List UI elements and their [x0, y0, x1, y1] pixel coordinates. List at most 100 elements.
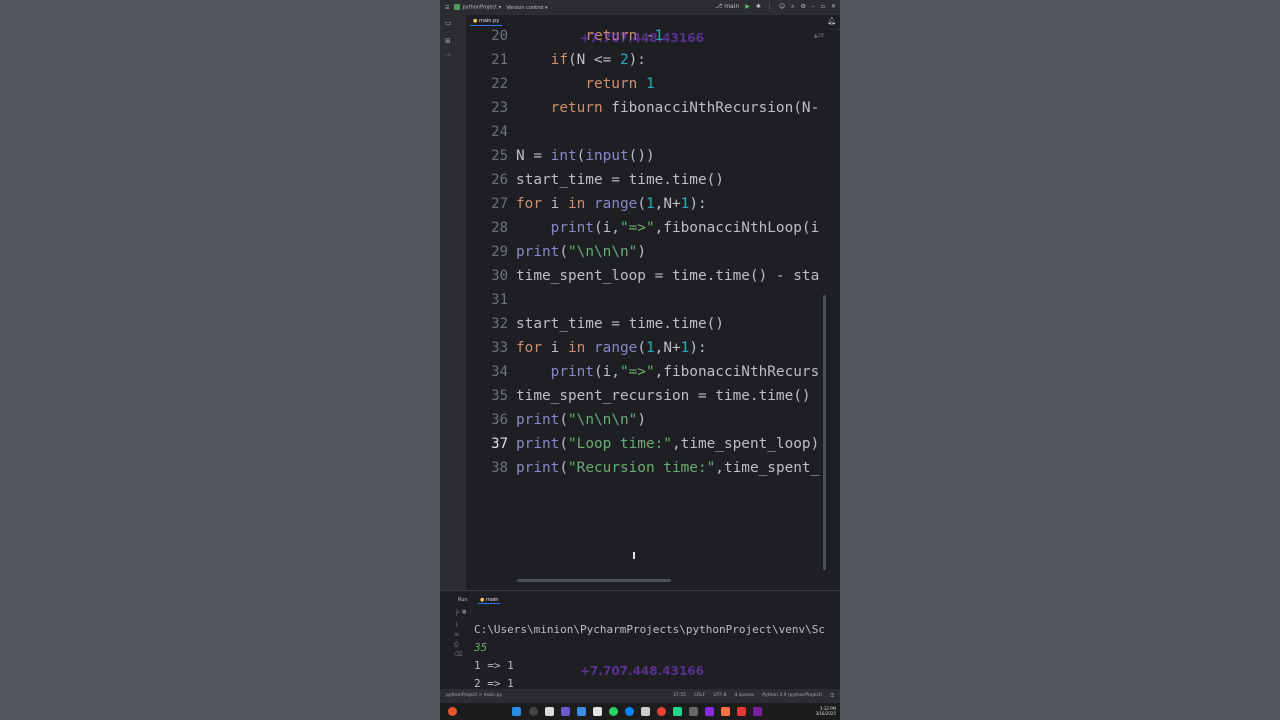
line-number: 28 [491, 220, 508, 236]
code-token: ()) [628, 148, 655, 164]
app-taskbar-icon-4[interactable] [689, 707, 698, 716]
code-token: range [594, 196, 638, 212]
task-view-icon[interactable] [545, 707, 554, 716]
run-config-tab[interactable]: ● main [478, 597, 501, 604]
status-bar: pythonProject > main.py 37:55 CRLF UTF-8… [440, 689, 840, 703]
run-icon[interactable]: ▶ [745, 3, 750, 11]
code-token: print [550, 220, 594, 236]
code-token: 2 [619, 52, 629, 68]
code-token: ,fibonacciNthRecurs [654, 364, 820, 380]
start-menu-icon[interactable] [512, 707, 521, 716]
line-number: 27 [491, 196, 508, 212]
more-tools-icon[interactable]: ⋯ [445, 51, 452, 59]
settings-gear-icon[interactable]: ⚙ [801, 3, 806, 11]
code-token: (N <= [567, 52, 620, 68]
print-icon[interactable]: ⎙ [454, 641, 464, 651]
app-taskbar-icon-3[interactable] [593, 707, 602, 716]
project-switcher[interactable]: pythonProject ▾ [454, 4, 501, 11]
search-icon[interactable]: ⌕ [791, 3, 794, 11]
line-number-gutter: 20 21 22 23 24 25 26 27 28 29 30 31 32 33 34 35 36 37 38 [466, 28, 516, 584]
line-number: 30 [491, 268, 508, 284]
code-token: ,N+ [654, 196, 681, 212]
visual-studio-icon[interactable] [705, 707, 714, 716]
code-token: ( [559, 436, 568, 452]
code-line: start_time = time.time() [516, 312, 724, 336]
windows-taskbar: 3:32 PM 3/16/2025 [440, 703, 840, 720]
run-more-icon[interactable]: ⋮ [468, 609, 473, 615]
edge-icon[interactable] [625, 707, 634, 716]
project-folder-icon[interactable]: ▭ [445, 19, 452, 27]
code-token: ( [637, 196, 646, 212]
system-clock[interactable]: 3:32 PM 3/16/2025 [815, 706, 836, 716]
code-editor[interactable]: return -1 if(N <= 2): return 1 return fi… [516, 29, 828, 584]
line-number: 22 [491, 76, 508, 92]
code-line: for i in range(1,N+1): [516, 192, 707, 216]
app-taskbar-icon-7[interactable] [753, 707, 762, 716]
horizontal-scrollbar[interactable] [517, 579, 671, 582]
clock-date: 3/16/2025 [815, 711, 836, 716]
structure-icon[interactable]: ⊞ [445, 37, 451, 45]
app-taskbar-icon-6[interactable] [737, 707, 746, 716]
watermark-bottom: +7.707.448.43166 [580, 664, 704, 678]
code-token: print [516, 244, 560, 260]
vcs-label: Version control [506, 4, 544, 11]
caret-position[interactable]: 37:55 [673, 693, 686, 699]
maximize-icon[interactable]: ▫ [821, 3, 825, 11]
code-token: time_spent_recursion = time.time() [516, 388, 811, 404]
code-line: print("Loop time:",time_spent_loop) [516, 432, 819, 456]
notifications-bell-icon[interactable]: 🔔︎ [827, 17, 836, 25]
status-breadcrumb[interactable]: pythonProject > main.py [446, 693, 502, 698]
whatsapp-icon[interactable] [609, 707, 618, 716]
run-console[interactable]: C:\Users\minion\PycharmProjects\pythonPr… [474, 621, 834, 693]
app-icon[interactable] [448, 707, 457, 716]
branch-selector[interactable]: ⎇ main [715, 3, 739, 11]
code-token: ( [559, 460, 568, 476]
code-token: in [568, 340, 586, 356]
run-side-toolbar: ↑ ↓ ≡ ⎙ ⌫ [454, 611, 464, 661]
app-taskbar-icon-1[interactable] [561, 707, 570, 716]
scroll-up-icon[interactable]: ↑ [454, 611, 464, 621]
debug-icon[interactable]: ✱ [756, 3, 761, 11]
code-token: range [594, 340, 638, 356]
project-badge-icon [454, 4, 461, 11]
background-right [840, 0, 1280, 720]
code-token: ,N+ [654, 340, 681, 356]
app-taskbar-icon-5[interactable] [721, 707, 730, 716]
clear-icon[interactable]: ⌫ [454, 651, 464, 661]
vcs-menu[interactable]: Version control ▾ [506, 5, 547, 11]
main-menu-icon[interactable]: ☰ [445, 5, 449, 11]
pycharm-taskbar-icon[interactable] [673, 707, 682, 716]
code-token: print [516, 412, 560, 428]
python-run-icon: ● [480, 597, 485, 603]
app-taskbar-icon-2[interactable] [577, 707, 586, 716]
soft-wrap-icon[interactable]: ≡ [454, 631, 464, 641]
console-line: C:\Users\minion\PycharmProjects\pythonPr… [474, 623, 825, 636]
scroll-down-icon[interactable]: ↓ [454, 621, 464, 631]
code-token: ,time_spent_loop) [671, 436, 820, 452]
indent-setting[interactable]: 4 spaces [734, 693, 754, 699]
python-interpreter[interactable]: Python 3.9 (pythonProject) [762, 693, 822, 699]
close-icon[interactable]: ✕ [831, 3, 836, 11]
code-token: "\n\n\n" [568, 244, 638, 260]
account-icon[interactable]: ☺ [779, 3, 785, 11]
code-token: ( [559, 244, 568, 260]
code-token: N = [516, 148, 551, 164]
code-line: for i in range(1,N+1): [516, 336, 707, 360]
inspection-widget[interactable]: ▲28 [814, 33, 824, 39]
code-token: (i, [593, 364, 620, 380]
file-explorer-icon[interactable] [641, 707, 650, 716]
file-encoding[interactable]: UTF-8 [713, 693, 726, 699]
vertical-scrollbar[interactable] [823, 295, 826, 570]
search-taskbar-icon[interactable] [529, 707, 538, 716]
line-separator[interactable]: CRLF [694, 693, 705, 699]
more-icon[interactable]: ⋮ [767, 3, 773, 11]
lock-icon[interactable]: ⚿ [831, 693, 834, 699]
line-number: 37 [491, 436, 508, 452]
minimize-icon[interactable]: – [812, 3, 815, 11]
code-token: 1 [646, 340, 655, 356]
code-token: if [550, 52, 568, 68]
chrome-icon[interactable] [657, 707, 666, 716]
